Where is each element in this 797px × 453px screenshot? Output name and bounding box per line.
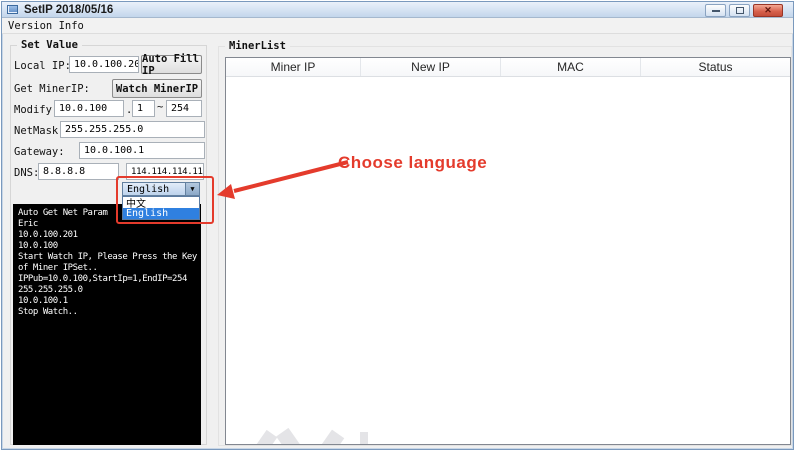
window-controls: ✕ <box>705 4 783 17</box>
local-ip-input[interactable]: 10.0.100.201 <box>69 56 139 73</box>
local-ip-label: Local IP: <box>14 60 71 72</box>
modify-label: Modify: <box>14 104 59 116</box>
close-icon: ✕ <box>764 5 772 15</box>
annotation-highlight-box <box>116 176 214 224</box>
maximize-icon <box>735 7 744 14</box>
console-line: 255.255.255.0 <box>18 285 83 295</box>
column-header-new-ip[interactable]: New IP <box>361 58 501 76</box>
minimize-button[interactable] <box>705 4 726 17</box>
console-line: 10.0.100.201 <box>18 230 78 240</box>
watermark-shape <box>276 427 315 444</box>
close-button[interactable]: ✕ <box>753 4 783 17</box>
miner-list-title: MinerList <box>225 40 290 52</box>
gateway-label: Gateway: <box>14 146 65 158</box>
watermark-shape <box>306 429 345 444</box>
miner-list-table: Miner IP New IP MAC Status <box>225 57 791 445</box>
minimize-icon <box>711 9 720 12</box>
modify-prefix-input[interactable]: 10.0.100 <box>54 100 124 117</box>
app-icon <box>7 5 18 14</box>
netmask-input[interactable]: 255.255.255.0 <box>60 121 205 138</box>
modify-tilde-separator: ~ <box>157 101 164 113</box>
auto-fill-ip-button[interactable]: Auto Fill IP <box>141 53 202 77</box>
watch-miner-ip-button[interactable]: Watch MinerIP <box>112 79 202 98</box>
menu-item-version-info[interactable]: Version Info <box>2 20 90 32</box>
column-header-mac[interactable]: MAC <box>501 58 641 76</box>
gateway-input[interactable]: 10.0.100.1 <box>79 142 205 159</box>
get-miner-ip-label: Get MinerIP: <box>14 83 90 95</box>
window-title: SetIP 2018/05/16 <box>24 3 114 16</box>
console-line: IPPub=10.0.100,StartIp=1,EndIP=254 <box>18 274 187 284</box>
column-header-miner-ip[interactable]: Miner IP <box>226 58 361 76</box>
console-line: Start Watch IP, Please Press the Key <box>18 252 197 262</box>
modify-start-input[interactable]: 1 <box>132 100 155 117</box>
console-line: of Miner IPSet.. <box>18 263 98 273</box>
modify-end-input[interactable]: 254 <box>166 100 202 117</box>
miner-list-header: Miner IP New IP MAC Status <box>226 58 790 77</box>
console-log: Auto Get Net Param Eric 10.0.100.201 10.… <box>13 204 201 445</box>
set-value-title: Set Value <box>17 39 82 51</box>
maximize-button[interactable] <box>729 4 750 17</box>
watermark-shape <box>243 429 278 444</box>
watermark-shape <box>360 432 368 444</box>
menubar: Version Info <box>2 18 793 34</box>
app-window: SetIP 2018/05/16 ✕ Version Info Set Valu… <box>1 1 794 450</box>
dns-label: DNS: <box>14 167 40 179</box>
titlebar[interactable]: SetIP 2018/05/16 ✕ <box>2 2 793 18</box>
console-line: 10.0.100.1 <box>18 296 68 306</box>
netmask-label: NetMask: <box>14 125 65 137</box>
console-line: Stop Watch.. <box>18 307 78 317</box>
console-line: 10.0.100 <box>18 241 58 251</box>
annotation-text: Choose language <box>338 153 488 172</box>
column-header-status[interactable]: Status <box>641 58 790 76</box>
dns-primary-input[interactable]: 8.8.8.8 <box>38 163 119 180</box>
